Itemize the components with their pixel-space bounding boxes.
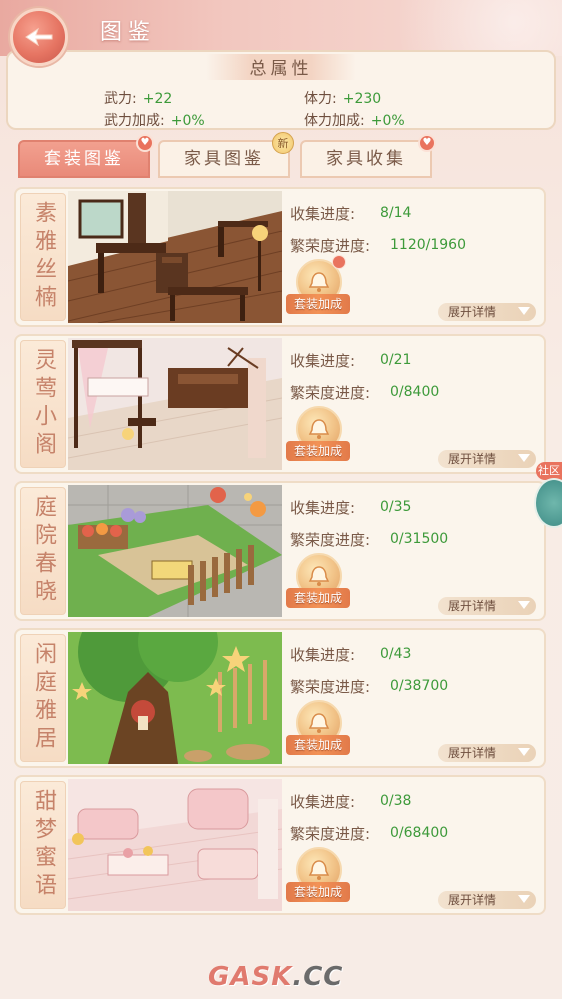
collect-progress-value: 0/35 <box>380 499 412 515</box>
collect-progress-label: 收集进度: <box>290 646 356 664</box>
expand-label: 展开详情 <box>448 746 497 760</box>
expand-details-button[interactable]: 展开详情 <box>438 891 536 909</box>
tab-label: 套装图鉴 <box>44 149 124 169</box>
community-bubble-icon <box>534 478 562 528</box>
collect-progress-label: 收集进度: <box>290 352 356 370</box>
heart-icon <box>332 255 346 269</box>
expand-label: 展开详情 <box>448 893 497 907</box>
community-label: 社区 <box>536 462 562 480</box>
attr-label: 武力: <box>104 91 137 107</box>
prosperity-progress-value: 0/38700 <box>390 678 449 694</box>
scene-illustration <box>68 191 282 323</box>
set-card[interactable]: 闲庭雅居 收集进度: 0/43 繁荣度进度: 0/38700 套装加成 展开详情 <box>14 628 546 768</box>
collect-progress-label: 收集进度: <box>290 499 356 517</box>
attr-label: 体力加成: <box>304 113 365 129</box>
set-card[interactable]: 灵莺小阁 收集进度: 0/21 繁荣度进度: 0/8400 套装加成 展开详情 <box>14 334 546 474</box>
chevron-down-icon <box>518 748 530 756</box>
prosperity-progress-value: 0/68400 <box>390 825 449 841</box>
top-bar <box>0 0 562 56</box>
set-name: 素雅丝楠 <box>20 193 66 321</box>
attr-strength: 武力: +22 <box>104 88 172 108</box>
prosperity-progress-label: 繁荣度进度: <box>290 678 371 696</box>
garden-scene-image <box>68 485 282 617</box>
heart-icon: ♥ <box>418 134 436 152</box>
set-bonus-label: 套装加成 <box>286 735 350 755</box>
collect-progress-value: 0/43 <box>380 646 412 662</box>
scene-illustration <box>68 779 282 911</box>
set-bonus-button[interactable]: 套装加成 <box>286 700 350 760</box>
collect-progress-value: 8/14 <box>380 205 412 221</box>
watermark-suffix: .CC <box>292 962 344 992</box>
treehouse-scene-image <box>68 632 282 764</box>
pink-room-scene-image <box>68 779 282 911</box>
attr-value: +22 <box>142 91 173 107</box>
community-float-button[interactable]: 社区 <box>534 462 562 532</box>
prosperity-progress-label: 繁荣度进度: <box>290 384 371 402</box>
set-bonus-label: 套装加成 <box>286 441 350 461</box>
collect-progress-label: 收集进度: <box>290 205 356 223</box>
scene-illustration <box>68 485 282 617</box>
attr-stamina: 体力: +230 <box>304 88 381 108</box>
set-card[interactable]: 素雅丝楠 收集进度: 8/14 繁荣度进度: 1120/1960 套装加成 展开… <box>14 187 546 327</box>
set-bonus-label: 套装加成 <box>286 882 350 902</box>
prosperity-progress-value: 1120/1960 <box>390 237 466 253</box>
scene-illustration <box>68 338 282 470</box>
chevron-down-icon <box>518 895 530 903</box>
prosperity-progress-label: 繁荣度进度: <box>290 237 371 255</box>
collect-progress-value: 0/38 <box>380 793 412 809</box>
attr-label: 武力加成: <box>104 113 165 129</box>
expand-label: 展开详情 <box>448 305 497 319</box>
scene-illustration <box>68 632 282 764</box>
set-card[interactable]: 庭院春晓 收集进度: 0/35 繁荣度进度: 0/31500 套装加成 展开详情 <box>14 481 546 621</box>
watermark-brand: GASK <box>208 962 293 992</box>
attr-value: +0% <box>370 113 405 129</box>
set-card[interactable]: 甜梦蜜语 收集进度: 0/38 繁荣度进度: 0/68400 套装加成 展开详情 <box>14 775 546 915</box>
attr-value: +230 <box>342 91 382 107</box>
bedroom-scene-image <box>68 338 282 470</box>
set-bonus-button[interactable]: 套装加成 <box>286 553 350 613</box>
collect-progress-label: 收集进度: <box>290 793 356 811</box>
attr-strength-bonus: 武力加成: +0% <box>104 110 205 130</box>
set-name: 灵莺小阁 <box>20 340 66 468</box>
chevron-down-icon <box>518 307 530 315</box>
back-button[interactable] <box>10 8 68 66</box>
expand-label: 展开详情 <box>448 452 497 466</box>
attr-label: 体力: <box>304 91 337 107</box>
expand-label: 展开详情 <box>448 599 497 613</box>
expand-details-button[interactable]: 展开详情 <box>438 450 536 468</box>
page-title: 图鉴 <box>100 20 157 45</box>
prosperity-progress-value: 0/31500 <box>390 531 449 547</box>
set-name: 庭院春晓 <box>20 487 66 615</box>
heart-icon: ♥ <box>136 134 154 152</box>
set-bonus-label: 套装加成 <box>286 588 350 608</box>
expand-details-button[interactable]: 展开详情 <box>438 744 536 762</box>
tab-furniture-catalog[interactable]: 家具图鉴 新 <box>158 132 294 178</box>
watermark-logo: GASK.CC <box>208 962 343 992</box>
expand-details-button[interactable]: 展开详情 <box>438 303 536 321</box>
back-arrow-icon <box>25 27 53 47</box>
tab-label: 家具收集 <box>326 149 406 169</box>
set-name: 甜梦蜜语 <box>20 781 66 909</box>
prosperity-progress-label: 繁荣度进度: <box>290 825 371 843</box>
attr-stamina-bonus: 体力加成: +0% <box>304 110 405 130</box>
new-badge: 新 <box>272 132 294 154</box>
attr-value: +0% <box>170 113 205 129</box>
tab-furniture-collect[interactable]: 家具收集 ♥ <box>300 134 436 178</box>
collect-progress-value: 0/21 <box>380 352 412 368</box>
prosperity-progress-value: 0/8400 <box>390 384 440 400</box>
set-bonus-label: 套装加成 <box>286 294 350 314</box>
expand-details-button[interactable]: 展开详情 <box>438 597 536 615</box>
attributes-title: 总属性 <box>206 54 356 80</box>
chevron-down-icon <box>518 454 530 462</box>
chevron-down-icon <box>518 601 530 609</box>
total-attributes-panel: 总属性 武力: +22 体力: +230 武力加成: +0% 体力加成: +0% <box>6 50 556 130</box>
set-bonus-button[interactable]: 套装加成 <box>286 847 350 907</box>
set-bonus-button[interactable]: 套装加成 <box>286 255 350 319</box>
set-bonus-button[interactable]: 套装加成 <box>286 406 350 466</box>
tab-label: 家具图鉴 <box>184 149 264 169</box>
study-room-scene-image <box>68 191 282 323</box>
tab-set-collection[interactable]: 套装图鉴 ♥ <box>18 134 154 178</box>
set-name: 闲庭雅居 <box>20 634 66 762</box>
prosperity-progress-label: 繁荣度进度: <box>290 531 371 549</box>
